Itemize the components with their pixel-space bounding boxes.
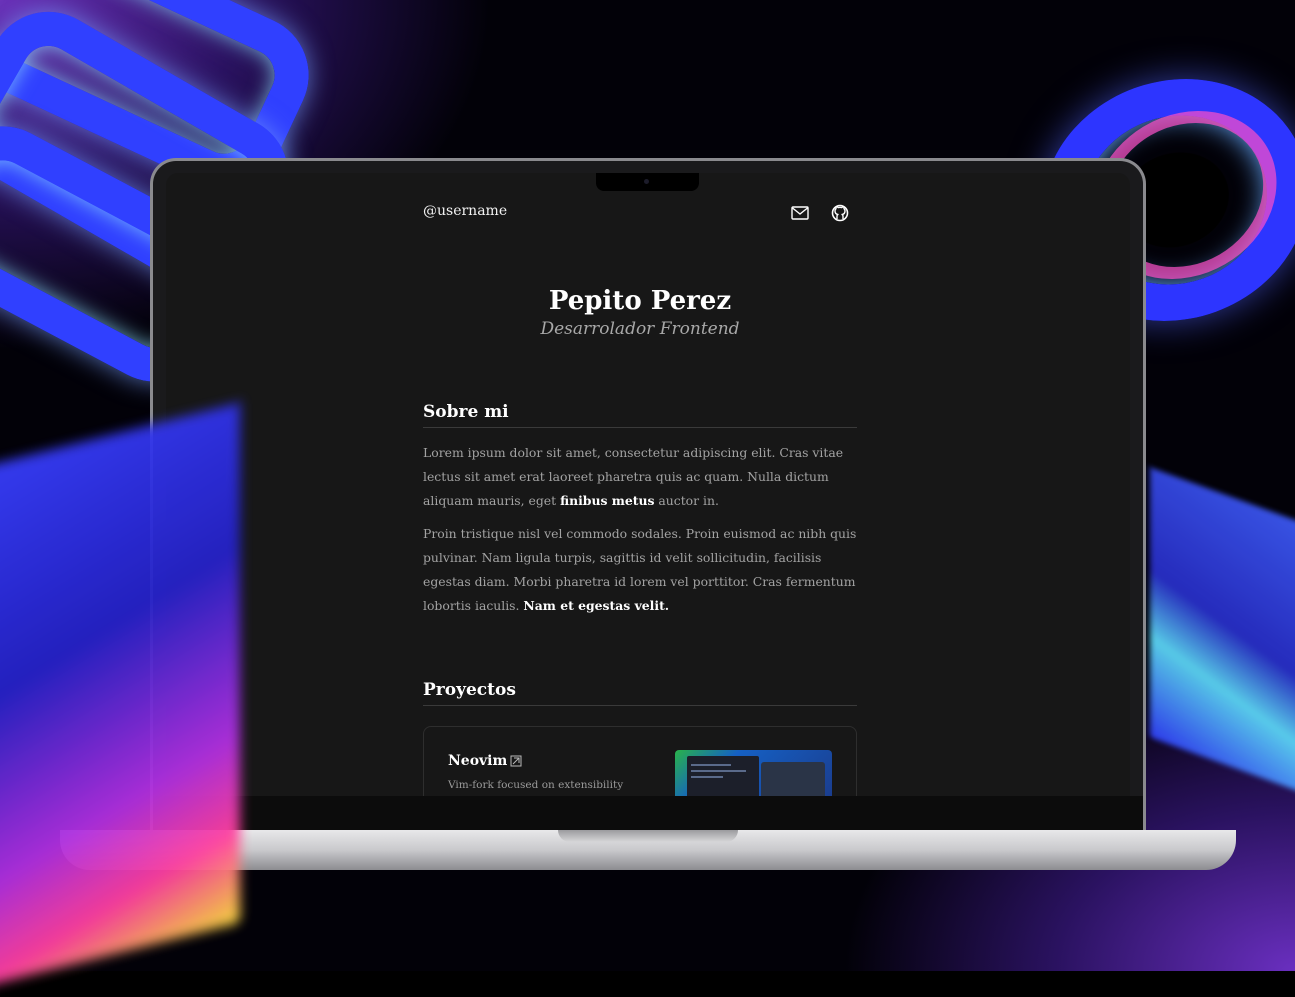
camera-notch [596, 173, 699, 191]
text: auctor in. [654, 493, 719, 508]
about-paragraph-1: Lorem ipsum dolor sit amet, consectetur … [423, 441, 857, 513]
hero: Pepito Perez Desarrolador Frontend [423, 285, 857, 341]
subtitle: Desarrolador Frontend [540, 319, 740, 339]
laptop-hinge [558, 830, 738, 842]
highlight-text: finibus metus [560, 493, 655, 508]
project-title[interactable]: Neovim [448, 753, 507, 769]
username-link[interactable]: @username [423, 203, 507, 219]
laptop-screen: @username Pepito Perez Desarrolador Fron… [166, 173, 1130, 796]
decorative-cube [0, 402, 240, 997]
thumbnail-window [761, 762, 825, 796]
about-paragraph-2: Proin tristique nisl vel commodo sodales… [423, 522, 857, 618]
thumbnail-line [691, 776, 723, 778]
page-title: Pepito Perez [548, 286, 732, 316]
thumbnail-line [691, 770, 746, 772]
project-description: Vim-fork focused on extensibility [448, 779, 624, 791]
highlight-text: Nam et egestas velit. [523, 598, 670, 613]
project-card[interactable]: Neovim Vim-fork focused on extensibility [423, 726, 857, 796]
projects-heading: Proyectos [423, 680, 857, 706]
project-thumbnail [675, 750, 832, 796]
top-nav: @username [423, 201, 857, 225]
github-icon[interactable] [830, 203, 850, 223]
about-heading: Sobre mi [423, 402, 857, 428]
mail-icon[interactable] [790, 203, 810, 223]
external-link-icon[interactable] [510, 755, 522, 767]
thumbnail-line [691, 764, 731, 766]
laptop-bezel [153, 796, 1143, 830]
camera-icon [644, 179, 649, 184]
decorative-prism [1150, 467, 1295, 803]
